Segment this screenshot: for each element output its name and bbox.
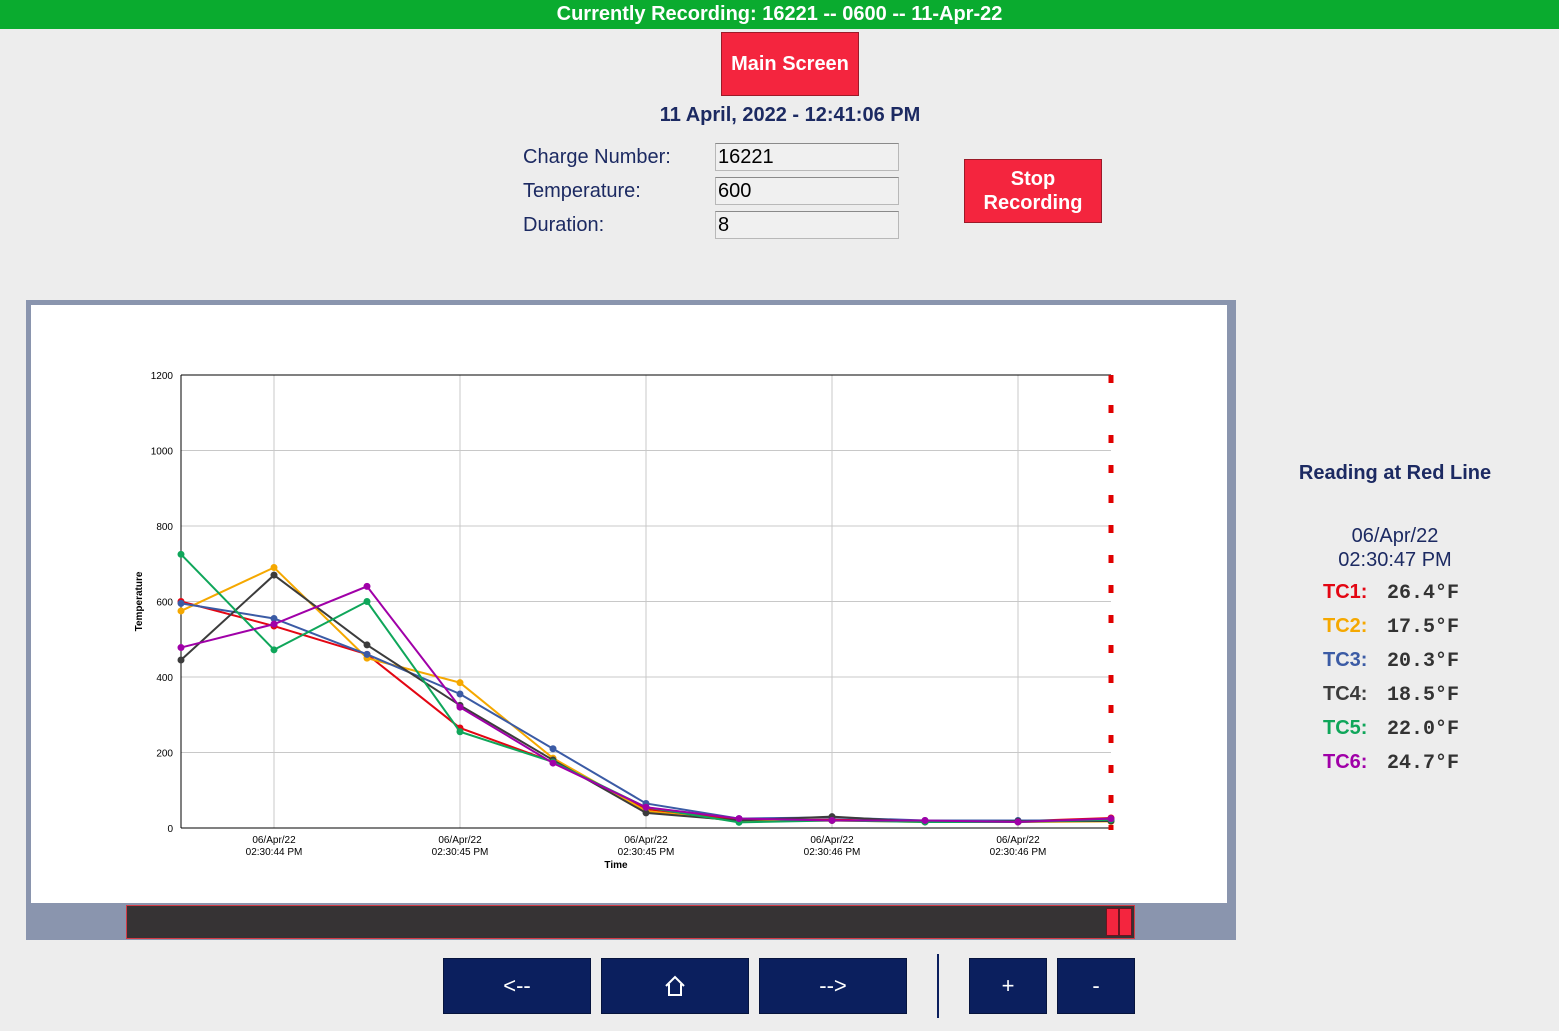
x-tick-label: 02:30:44 PM bbox=[246, 847, 303, 858]
y-tick-label: 400 bbox=[156, 673, 173, 684]
chart-area: 0 200 400 600 800 1000 1200 06/Apr/22 02:30:44 P… bbox=[31, 305, 1227, 903]
data-point-tc6 bbox=[177, 644, 185, 652]
home-button[interactable] bbox=[601, 958, 749, 1014]
data-point-tc2 bbox=[456, 679, 464, 687]
x-tick-label: 02:30:46 PM bbox=[990, 847, 1047, 858]
data-point-tc6 bbox=[828, 816, 836, 824]
x-axis-title: Time bbox=[604, 860, 628, 871]
temperature-chart: 02004006008001000120006/Apr/2202:30:44 P… bbox=[134, 371, 1115, 871]
zoom-in-button[interactable]: + bbox=[969, 958, 1047, 1014]
temperature-field[interactable] bbox=[715, 177, 899, 205]
readout-datetime: 06/Apr/22 02:30:47 PM bbox=[1265, 524, 1525, 572]
home-icon bbox=[665, 975, 685, 996]
data-point-tc2 bbox=[177, 607, 185, 615]
x-tick-label: 06/Apr/22 bbox=[624, 835, 668, 846]
readout-value: 20.3°F bbox=[1387, 650, 1460, 673]
data-point-tc5 bbox=[270, 646, 278, 654]
readout-time: 02:30:47 PM bbox=[1338, 549, 1452, 571]
data-point-tc6 bbox=[549, 759, 557, 767]
x-tick-label: 02:30:45 PM bbox=[432, 847, 489, 858]
temperature-label: Temperature: bbox=[523, 180, 641, 202]
readout-value: 18.5°F bbox=[1387, 684, 1460, 707]
recording-status-bar: Currently Recording: 16221 -- 0600 -- 11… bbox=[0, 0, 1559, 29]
data-point-tc5 bbox=[177, 550, 185, 558]
timeline-scrollbar[interactable] bbox=[126, 905, 1135, 939]
nav-divider bbox=[937, 954, 939, 1018]
scrollbar-thumb[interactable] bbox=[1106, 908, 1132, 936]
readout-value: 22.0°F bbox=[1387, 718, 1460, 741]
readout-row-tc2: TC2: 17.5°F bbox=[1323, 615, 1459, 641]
y-tick-label: 800 bbox=[156, 522, 173, 533]
readout-value: 24.7°F bbox=[1387, 752, 1460, 775]
readout-title: Reading at Red Line bbox=[1298, 462, 1492, 484]
y-tick-label: 1200 bbox=[151, 371, 174, 382]
y-tick-label: 200 bbox=[156, 749, 173, 760]
data-point-tc6 bbox=[270, 620, 278, 628]
duration-label: Duration: bbox=[523, 214, 605, 236]
data-point-tc6 bbox=[642, 803, 650, 811]
readout-date: 06/Apr/22 bbox=[1351, 525, 1439, 547]
main-screen-button[interactable]: Main Screen bbox=[721, 32, 859, 96]
x-tick-label: 02:30:46 PM bbox=[804, 847, 861, 858]
y-tick-label: 600 bbox=[156, 598, 173, 609]
readout-value: 26.4°F bbox=[1387, 582, 1460, 605]
readout-label: TC3: bbox=[1323, 649, 1368, 671]
x-tick-label: 06/Apr/22 bbox=[438, 835, 482, 846]
data-point-tc5 bbox=[456, 728, 464, 736]
data-point-tc4 bbox=[270, 571, 278, 579]
readout-label: TC5: bbox=[1323, 717, 1368, 739]
y-axis-title: Temperature bbox=[134, 571, 145, 631]
recording-status-text: Currently Recording: 16221 -- 0600 -- 11… bbox=[556, 3, 1003, 25]
data-point-tc6 bbox=[1107, 815, 1115, 823]
duration-field[interactable] bbox=[715, 211, 899, 239]
readout-label: TC6: bbox=[1323, 751, 1368, 773]
stop-recording-button[interactable]: Stop Recording bbox=[964, 159, 1102, 223]
y-tick-label: 0 bbox=[167, 824, 173, 835]
chart-panel: 0 200 400 600 800 1000 1200 06/Apr/22 02:30:44 P… bbox=[26, 300, 1236, 940]
x-tick-label: 02:30:45 PM bbox=[618, 847, 675, 858]
readout-value: 17.5°F bbox=[1387, 616, 1460, 639]
charge-number-label: Charge Number: bbox=[523, 146, 671, 168]
data-point-tc4 bbox=[363, 641, 371, 649]
data-point-tc6 bbox=[735, 815, 743, 823]
readout-row-tc6: TC6: 24.7°F bbox=[1323, 751, 1459, 777]
readout-label: TC4: bbox=[1323, 683, 1368, 705]
current-datetime: 11 April, 2022 - 12:41:06 PM bbox=[659, 104, 921, 126]
readout-label: TC1: bbox=[1323, 581, 1368, 603]
zoom-out-button[interactable]: - bbox=[1057, 958, 1135, 1014]
readout-label: TC2: bbox=[1323, 615, 1368, 637]
data-point-tc5 bbox=[363, 598, 371, 605]
readout-row-tc4: TC4: 18.5°F bbox=[1323, 683, 1459, 709]
data-point-tc3 bbox=[363, 650, 371, 658]
data-point-tc3 bbox=[549, 745, 557, 753]
readout-row-tc5: TC5: 22.0°F bbox=[1323, 717, 1459, 743]
data-point-tc3 bbox=[177, 599, 185, 607]
x-tick-label: 06/Apr/22 bbox=[996, 835, 1040, 846]
charge-number-field[interactable] bbox=[715, 143, 899, 171]
back-button[interactable]: <-- bbox=[443, 958, 591, 1014]
data-point-tc2 bbox=[270, 564, 278, 572]
data-point-tc3 bbox=[456, 690, 464, 698]
data-point-tc6 bbox=[456, 703, 464, 711]
y-tick-label: 1000 bbox=[151, 447, 174, 458]
readout-row-tc1: TC1: 26.4°F bbox=[1323, 581, 1459, 607]
forward-button[interactable]: --> bbox=[759, 958, 907, 1014]
x-tick-label: 06/Apr/22 bbox=[252, 835, 296, 846]
x-tick-label: 06/Apr/22 bbox=[810, 835, 854, 846]
data-point-tc4 bbox=[177, 656, 185, 664]
data-point-tc6 bbox=[921, 816, 929, 824]
data-point-tc6 bbox=[1014, 818, 1022, 826]
data-point-tc6 bbox=[363, 582, 371, 590]
readout-row-tc3: TC3: 20.3°F bbox=[1323, 649, 1459, 675]
